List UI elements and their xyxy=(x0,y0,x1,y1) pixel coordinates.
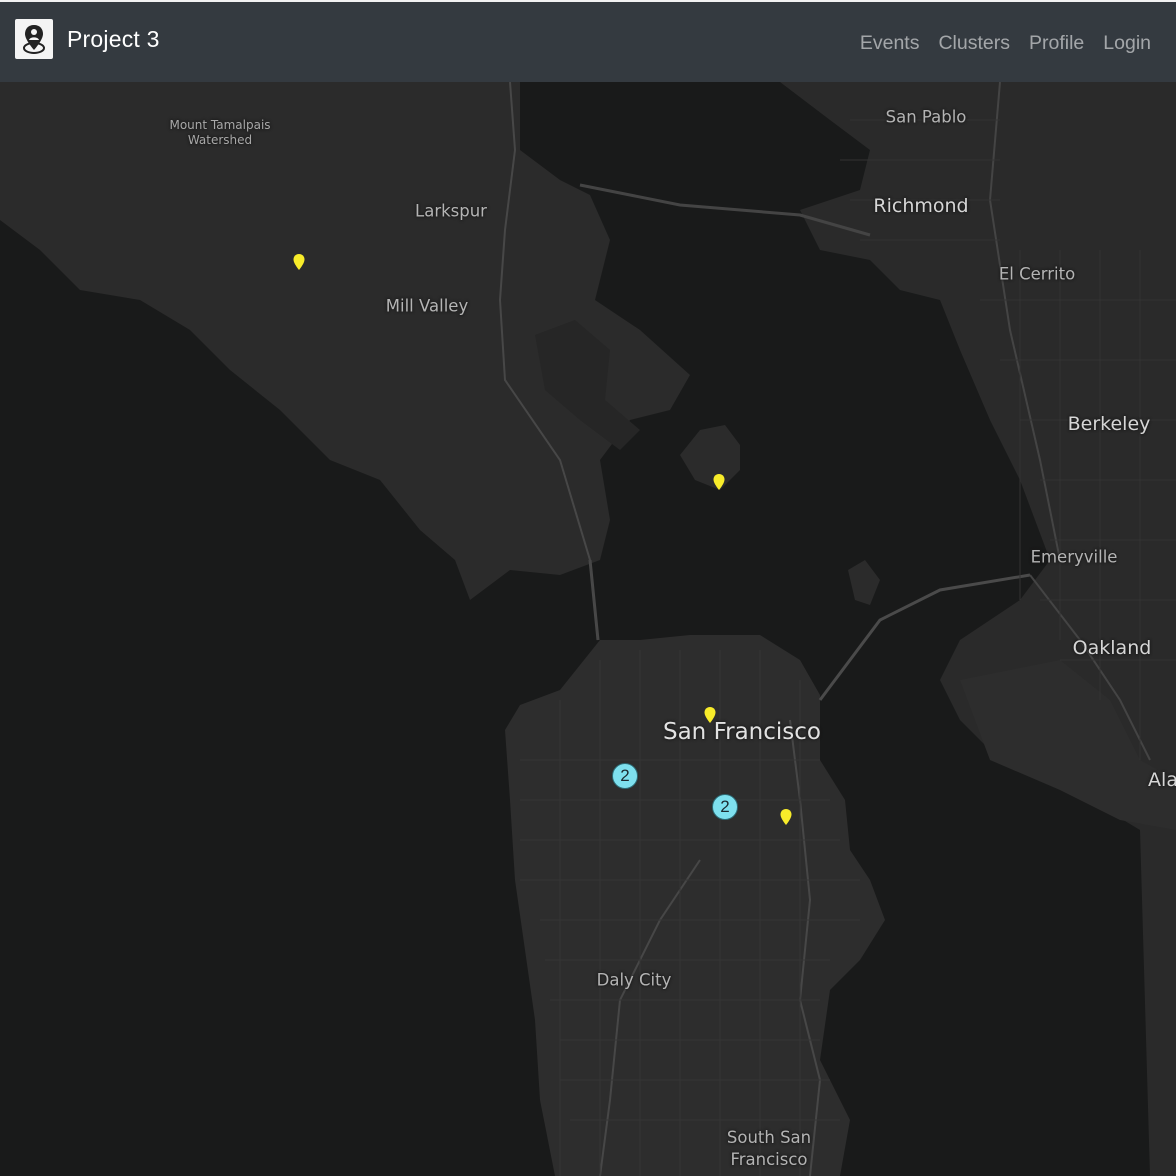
event-marker[interactable] xyxy=(779,808,793,826)
cluster-marker[interactable]: 2 xyxy=(712,794,738,820)
event-marker[interactable] xyxy=(703,706,717,724)
place-label-daly-city: Daly City xyxy=(596,970,672,990)
brand-title[interactable]: Project 3 xyxy=(67,26,160,53)
place-label-san-pablo: San Pablo xyxy=(885,107,967,127)
place-label-richmond: Richmond xyxy=(873,195,969,217)
place-label-mill-valley: Mill Valley xyxy=(385,296,469,316)
place-label-oakland: Oakland xyxy=(1072,637,1152,659)
east-bay-land xyxy=(780,82,1176,1176)
nav-link-profile[interactable]: Profile xyxy=(1029,32,1084,55)
place-label-emeryville: Emeryville xyxy=(1030,547,1118,567)
navbar: Project 3 Events Clusters Profile Login xyxy=(0,0,1176,82)
yerba-buena-land xyxy=(848,560,880,605)
map-basemap xyxy=(0,82,1176,1176)
place-label-berkeley: Berkeley xyxy=(1067,413,1151,435)
place-label-alameda: Ala xyxy=(1148,769,1176,791)
nav-links: Events Clusters Profile Login xyxy=(841,32,1151,55)
place-label-san-francisco: San Francisco xyxy=(662,719,822,745)
nav-link-events[interactable]: Events xyxy=(860,32,920,55)
place-label-mount-tamalpais: Mount Tamalpais Watershed xyxy=(169,118,271,147)
event-marker[interactable] xyxy=(292,253,306,271)
angel-island-land xyxy=(680,425,740,490)
place-label-el-cerrito: El Cerrito xyxy=(998,264,1076,284)
sf-peninsula-land xyxy=(505,635,885,1176)
cluster-marker[interactable]: 2 xyxy=(612,763,638,789)
nav-link-login[interactable]: Login xyxy=(1103,32,1151,55)
place-label-south-san-francisco: South San Francisco xyxy=(726,1128,812,1169)
brand[interactable]: Project 3 xyxy=(15,19,160,59)
event-marker[interactable] xyxy=(712,473,726,491)
map-pin-person-icon[interactable] xyxy=(15,19,53,59)
map-canvas[interactable]: Mount Tamalpais Watershed Larkspur Mill … xyxy=(0,82,1176,1176)
nav-link-clusters[interactable]: Clusters xyxy=(938,32,1010,55)
place-label-larkspur: Larkspur xyxy=(415,201,487,221)
